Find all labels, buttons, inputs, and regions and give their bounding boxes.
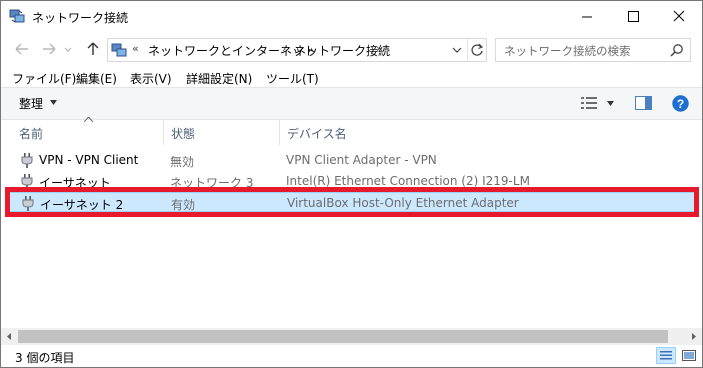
item-count: 3 個の項目: [15, 351, 75, 365]
network-connections-icon: [9, 8, 25, 24]
close-button[interactable]: [656, 1, 702, 32]
recent-locations-chevron-icon[interactable]: [61, 39, 75, 59]
menu-view[interactable]: 表示(V): [130, 70, 172, 87]
column-divider[interactable]: [163, 119, 164, 145]
help-icon[interactable]: ?: [672, 95, 689, 112]
address-row: « ネットワークとインターネット › ネットワーク接続 › ネットワーク接続の検…: [1, 32, 702, 65]
scroll-right-arrow-icon[interactable]: [685, 328, 702, 345]
annotation-highlight-box: [5, 187, 699, 217]
column-divider[interactable]: [279, 119, 280, 145]
column-header-row: 名前 状態 デバイス名: [1, 117, 702, 145]
row-device: VPN Client Adapter - VPN: [286, 153, 437, 167]
command-bar: 整理 ?: [1, 87, 702, 120]
menu-advanced[interactable]: 詳細設定(N): [186, 70, 252, 87]
search-placeholder: ネットワーク接続の検索: [504, 44, 631, 58]
window-title: ネットワーク接続: [32, 11, 129, 25]
row-name: VPN - VPN Client: [39, 153, 139, 167]
column-header-name[interactable]: 名前: [19, 125, 43, 142]
address-dropdown-icon[interactable]: [448, 41, 466, 59]
preview-pane-icon[interactable]: [635, 96, 652, 110]
forward-arrow-icon[interactable]: [39, 39, 59, 59]
row-device: Intel(R) Ethernet Connection (2) I219-LM: [286, 174, 530, 188]
network-adapter-icon: [21, 152, 35, 168]
horizontal-scrollbar[interactable]: [1, 328, 702, 345]
column-header-status[interactable]: 状態: [171, 125, 195, 142]
breadcrumb-network-internet[interactable]: ネットワークとインターネット: [148, 42, 316, 59]
refresh-icon[interactable]: [467, 39, 487, 61]
sort-ascending-icon: [84, 117, 93, 122]
menu-file[interactable]: ファイル(F): [12, 70, 76, 87]
row-status: 無効: [170, 155, 195, 169]
search-icon[interactable]: [669, 42, 685, 58]
svg-text:?: ?: [677, 97, 684, 111]
table-row[interactable]: VPN - VPN Client 無効 VPN Client Adapter -…: [7, 150, 695, 170]
title-bar: ネットワーク接続: [1, 1, 702, 32]
view-options-chevron-icon[interactable]: [607, 101, 614, 106]
details-view-icon[interactable]: [656, 347, 676, 364]
breadcrumb-separator[interactable]: ›: [376, 42, 380, 55]
column-header-device[interactable]: デバイス名: [287, 125, 347, 142]
scroll-left-arrow-icon[interactable]: [1, 328, 18, 345]
address-bar[interactable]: « ネットワークとインターネット › ネットワーク接続 ›: [107, 38, 487, 62]
up-arrow-icon[interactable]: [83, 39, 103, 59]
network-connections-icon: [111, 42, 127, 58]
scrollbar-thumb[interactable]: [18, 330, 668, 343]
breadcrumb-overflow[interactable]: «: [132, 42, 139, 55]
menu-edit[interactable]: 編集(E): [76, 70, 117, 87]
change-view-icon[interactable]: [581, 97, 597, 109]
explorer-window: ネットワーク接続 « ネットワークとインターネット › ネットワーク接続 › ネ…: [0, 0, 703, 368]
large-icons-view-icon[interactable]: [680, 347, 698, 364]
search-input[interactable]: ネットワーク接続の検索: [495, 38, 691, 62]
menu-tools[interactable]: ツール(T): [266, 70, 319, 87]
breadcrumb-separator[interactable]: ›: [282, 42, 286, 55]
menu-bar: ファイル(F) 編集(E) 表示(V) 詳細設定(N) ツール(T): [1, 65, 702, 87]
back-arrow-icon[interactable]: [12, 39, 32, 59]
maximize-button[interactable]: [610, 1, 656, 32]
organize-button[interactable]: 整理: [19, 95, 43, 112]
chevron-down-icon[interactable]: [50, 100, 57, 105]
minimize-button[interactable]: [564, 1, 610, 32]
status-bar: 3 個の項目: [1, 345, 702, 367]
